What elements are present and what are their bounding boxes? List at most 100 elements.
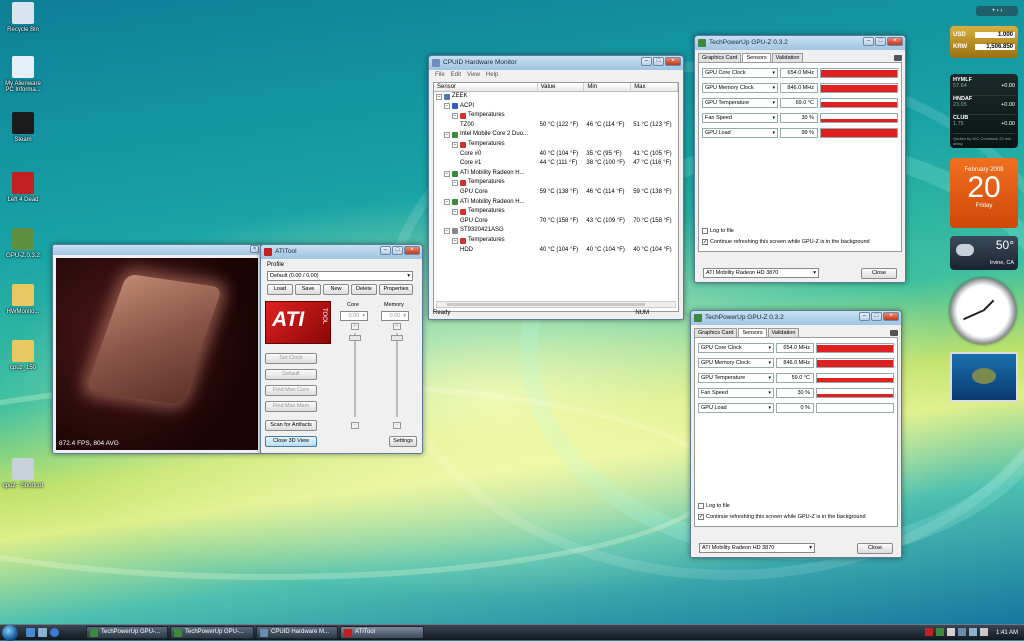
maximize-button[interactable]: □ [653, 57, 664, 66]
tree-row[interactable]: − Temperatures [434, 207, 678, 217]
horizontal-scrollbar[interactable] [436, 301, 676, 308]
tree-row[interactable]: GPU Core 70 °C (158 °F) 43 °C (109 °F) 70 °… [434, 217, 678, 227]
tree-row[interactable]: − Temperatures [434, 140, 678, 150]
camera-icon[interactable] [890, 329, 898, 336]
desktop-icon[interactable]: GPU-Z.0.3.2 [2, 228, 44, 259]
menu-view[interactable]: View [467, 70, 480, 80]
currency-to-value[interactable]: 1,506.850 [975, 44, 1015, 50]
tree-row[interactable]: − ZEEK [434, 92, 678, 102]
column-max[interactable]: Max [631, 83, 678, 91]
profile-properties-button[interactable]: Properties [379, 284, 413, 295]
hwmonitor-window[interactable]: CPUID Hardware Monitor – □ × File Edit View H… [428, 55, 684, 320]
close-button[interactable]: × [883, 312, 899, 321]
stocks-gadget[interactable]: HYMLF 57.64 +0.00 HNDAF 23.95 +0.00 CLUB 1.75 +0… [950, 74, 1018, 148]
scan-artifacts-button[interactable]: Scan for Artifacts [265, 420, 317, 431]
start-orb[interactable] [2, 625, 18, 641]
minimize-button[interactable]: – [380, 246, 391, 255]
taskbar-button[interactable]: TechPowerUp GPU-... [170, 626, 254, 639]
memory-clock-field[interactable]: 0.00 [381, 311, 409, 321]
tab-graphics-card[interactable]: Graphics Card [694, 328, 738, 337]
log-to-file-checkbox[interactable]: Log to file [698, 501, 730, 510]
card-select[interactable]: ATI Mobility Radeon HD 3870 [703, 268, 819, 278]
tree-row[interactable]: − Temperatures [434, 236, 678, 246]
tree-row[interactable]: − Intel Mobile Core 2 Duo... [434, 130, 678, 140]
sensor-name-dropdown[interactable]: GPU Temperature [698, 372, 774, 383]
close-button[interactable]: × [665, 57, 681, 66]
taskbar-button[interactable]: TechPowerUp GPU-... [86, 626, 168, 639]
sensor-name-dropdown[interactable]: Fan Speed [702, 112, 778, 123]
sensor-name-dropdown[interactable]: GPU Temperature [702, 97, 778, 108]
render-titlebar[interactable]: × [53, 245, 261, 255]
close-button[interactable]: × [887, 37, 903, 46]
card-select[interactable]: ATI Mobility Radeon HD 3870 [699, 543, 815, 553]
profile-select[interactable]: Default (0.00 / 0.00) [267, 271, 413, 281]
slideshow-gadget[interactable] [950, 352, 1018, 402]
tree-row[interactable]: GPU Core 59 °C (138 °F) 46 °C (114 °F) 59 °… [434, 188, 678, 198]
camera-icon[interactable] [894, 54, 902, 61]
tray-icon[interactable] [936, 628, 944, 636]
gpuz-close-button[interactable]: Close [857, 543, 893, 554]
taskbar-clock[interactable]: 1:41 AM [996, 625, 1018, 641]
close-3d-view-button[interactable]: Close 3D View [265, 436, 317, 447]
switch-windows-icon[interactable] [38, 628, 47, 637]
atitool-window[interactable]: ATITool – □ × Profile Default (0.00 / 0.00… [260, 244, 423, 454]
tree-row[interactable]: Core #1 44 °C (111 °F) 38 °C (100 °F) 47 °C… [434, 159, 678, 169]
profile-delete-button[interactable]: Delete [351, 284, 377, 295]
gpuz-window-2[interactable]: TechPowerUp GPU-Z 0.3.2 – □ × Graphics Card S… [690, 310, 902, 558]
menu-file[interactable]: File [435, 70, 445, 80]
sensor-name-dropdown[interactable]: Fan Speed [698, 387, 774, 398]
desktop-icon[interactable]: HWMonito... [2, 284, 44, 315]
tab-sensors[interactable]: Sensors [742, 53, 771, 62]
desktop-icon[interactable]: Steam [2, 112, 44, 143]
gpuz-close-button[interactable]: Close [861, 268, 897, 279]
desktop-icon[interactable]: cpuz_150 [2, 340, 44, 371]
close-button[interactable]: × [404, 246, 420, 255]
column-value[interactable]: Value [538, 83, 585, 91]
sensor-tree[interactable]: Sensor Value Min Max − ZEEK − ACPI − Temperature… [433, 82, 679, 312]
clock-gadget[interactable] [950, 278, 1016, 344]
sensor-name-dropdown[interactable]: GPU Memory Clock [702, 82, 778, 93]
expand-icon[interactable]: − [444, 132, 450, 139]
currency-gadget[interactable]: USD 1.000 KRW 1,506.850 [950, 26, 1018, 58]
core-clock-field[interactable]: 0.00 [340, 311, 368, 321]
sensor-name-dropdown[interactable]: GPU Load [698, 402, 774, 413]
hwmonitor-titlebar[interactable]: CPUID Hardware Monitor – □ × [429, 56, 683, 70]
taskbar-button[interactable]: ATITool [340, 626, 424, 639]
gpuz-titlebar[interactable]: TechPowerUp GPU-Z 0.3.2 – □ × [691, 311, 901, 325]
find-max-core-button[interactable]: Find Max Core [265, 385, 317, 396]
maximize-button[interactable]: □ [392, 246, 403, 255]
tree-row[interactable]: TZ00 50 °C (122 °F) 46 °C (114 °F) 51 °C (1… [434, 121, 678, 131]
sensor-name-dropdown[interactable]: GPU Core Clock [698, 342, 774, 353]
expand-icon[interactable]: − [444, 199, 450, 206]
expand-icon[interactable]: − [452, 237, 458, 244]
expand-icon[interactable]: − [452, 141, 458, 148]
expand-icon[interactable]: − [452, 112, 458, 119]
core-slider[interactable]: + - [347, 323, 361, 433]
set-clock-button[interactable]: Set Clock [265, 353, 317, 364]
menu-edit[interactable]: Edit [451, 70, 461, 80]
sensor-name-dropdown[interactable]: GPU Load [702, 127, 778, 138]
memory-slider[interactable]: + - [389, 323, 403, 433]
gpuz-titlebar[interactable]: TechPowerUp GPU-Z 0.3.2 – □ × [695, 36, 905, 50]
internet-explorer-icon[interactable] [50, 628, 59, 637]
expand-icon[interactable]: − [444, 228, 450, 235]
tree-row[interactable]: − ATI Mobility Radeon H... [434, 198, 678, 208]
atitool-titlebar[interactable]: ATITool – □ × [261, 245, 422, 259]
tab-graphics-card[interactable]: Graphics Card [698, 53, 742, 62]
stock-row[interactable]: CLUB 1.75 +0.00 [953, 115, 1015, 134]
minimize-button[interactable]: – [641, 57, 652, 66]
render-window[interactable]: × 872.4 FPS, 804 AVG [52, 244, 262, 454]
maximize-button[interactable]: □ [875, 37, 886, 46]
stock-row[interactable]: HYMLF 57.64 +0.00 [953, 77, 1015, 96]
continue-refresh-checkbox[interactable]: ✓ Continue refreshing this screen while G… [702, 237, 870, 246]
tray-icon[interactable] [925, 628, 933, 636]
tree-row[interactable]: − ATI Mobility Radeon H... [434, 169, 678, 179]
tray-icon[interactable] [947, 628, 955, 636]
maximize-button[interactable]: □ [871, 312, 882, 321]
gpuz-window-1[interactable]: TechPowerUp GPU-Z 0.3.2 – □ × Graphics Card S… [694, 35, 906, 283]
tab-validation[interactable]: Validation [767, 328, 800, 337]
profile-save-button[interactable]: Save [295, 284, 321, 295]
desktop-icon[interactable]: Recycle Bin [2, 2, 44, 33]
tree-row[interactable]: Core #0 40 °C (104 °F) 35 °C (95 °F) 41 °C … [434, 150, 678, 160]
expand-icon[interactable]: − [444, 103, 450, 110]
